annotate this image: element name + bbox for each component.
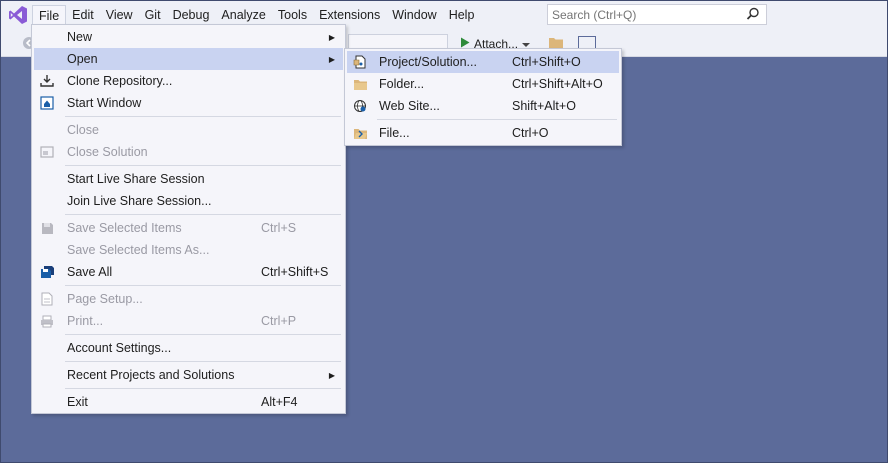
visual-studio-logo-icon[interactable] bbox=[4, 0, 32, 29]
menu-item-label: Clone Repository... bbox=[67, 74, 173, 88]
menu-item-label: Close bbox=[67, 123, 99, 137]
file-menu-recent-projects[interactable]: Recent Projects and Solutions ▶ bbox=[34, 364, 343, 386]
save-all-icon bbox=[39, 264, 55, 280]
menu-separator bbox=[65, 388, 341, 389]
menu-git[interactable]: Git bbox=[139, 5, 167, 25]
menu-item-label: Print... bbox=[67, 314, 104, 328]
menu-view[interactable]: View bbox=[100, 5, 139, 25]
project-solution-icon bbox=[352, 54, 368, 70]
menu-item-label: File... bbox=[379, 126, 410, 140]
menu-edit[interactable]: Edit bbox=[66, 5, 100, 25]
open-file[interactable]: File... Ctrl+O bbox=[347, 122, 619, 144]
menu-separator bbox=[65, 165, 341, 166]
menu-item-label: New bbox=[67, 30, 93, 44]
search-box[interactable] bbox=[547, 4, 767, 25]
menu-item-label: Folder... bbox=[379, 77, 425, 91]
menu-item-shortcut: Ctrl+Shift+O bbox=[512, 55, 581, 69]
open-web-site[interactable]: Web Site... Shift+Alt+O bbox=[347, 95, 619, 117]
open-project-solution[interactable]: Project/Solution... Ctrl+Shift+O bbox=[347, 51, 619, 73]
file-menu-save-all[interactable]: Save All Ctrl+Shift+S bbox=[34, 261, 343, 283]
submenu-arrow-icon: ▶ bbox=[328, 54, 335, 64]
menu-item-label: Save All bbox=[67, 265, 113, 279]
file-menu-new[interactable]: New ▶ bbox=[34, 26, 343, 48]
menu-item-label: Open bbox=[67, 52, 98, 66]
menu-separator bbox=[65, 361, 341, 362]
file-icon bbox=[352, 125, 368, 141]
menu-item-label: Start Live Share Session bbox=[67, 172, 205, 186]
menu-item-shortcut: Ctrl+S bbox=[261, 221, 297, 235]
menu-tools[interactable]: Tools bbox=[272, 5, 313, 25]
submenu-arrow-icon: ▶ bbox=[328, 370, 335, 380]
file-menu-save-selected[interactable]: Save Selected Items Ctrl+S bbox=[34, 217, 343, 239]
file-menu-start-window[interactable]: Start Window bbox=[34, 92, 343, 114]
start-window-icon bbox=[39, 95, 55, 111]
file-menu-join-live-share[interactable]: Join Live Share Session... bbox=[34, 190, 343, 212]
file-menu-page-setup[interactable]: Page Setup... bbox=[34, 288, 343, 310]
menu-item-shortcut: Ctrl+O bbox=[512, 126, 549, 140]
save-icon bbox=[39, 220, 55, 236]
menu-item-shortcut: Alt+F4 bbox=[261, 395, 298, 409]
menu-item-label: Save Selected Items As... bbox=[67, 243, 210, 257]
menu-item-label: Recent Projects and Solutions bbox=[67, 368, 235, 382]
file-menu-print[interactable]: Print... Ctrl+P bbox=[34, 310, 343, 332]
menu-item-shortcut: Ctrl+P bbox=[261, 314, 297, 328]
menu-item-label: Save Selected Items bbox=[67, 221, 182, 235]
menu-item-label: Account Settings... bbox=[67, 341, 172, 355]
menu-analyze[interactable]: Analyze bbox=[215, 5, 271, 25]
folder-icon bbox=[352, 76, 368, 92]
menu-separator bbox=[65, 214, 341, 215]
open-folder[interactable]: Folder... Ctrl+Shift+Alt+O bbox=[347, 73, 619, 95]
menu-extensions[interactable]: Extensions bbox=[313, 5, 386, 25]
menu-separator bbox=[65, 334, 341, 335]
menu-item-shortcut: Ctrl+Shift+S bbox=[261, 265, 329, 279]
menu-item-label: Close Solution bbox=[67, 145, 148, 159]
menu-separator bbox=[65, 116, 341, 117]
menu-item-label: Web Site... bbox=[379, 99, 440, 113]
menu-separator bbox=[377, 119, 617, 120]
menu-item-label: Join Live Share Session... bbox=[67, 194, 212, 208]
file-menu-account-settings[interactable]: Account Settings... bbox=[34, 337, 343, 359]
clone-repo-icon bbox=[39, 73, 55, 89]
file-menu-clone-repository[interactable]: Clone Repository... bbox=[34, 70, 343, 92]
menu-item-label: Exit bbox=[67, 395, 88, 409]
menu-window[interactable]: Window bbox=[386, 5, 442, 25]
file-menu-close[interactable]: Close bbox=[34, 119, 343, 141]
close-solution-icon bbox=[39, 144, 55, 160]
file-menu-start-live-share[interactable]: Start Live Share Session bbox=[34, 168, 343, 190]
file-menu-exit[interactable]: Exit Alt+F4 bbox=[34, 391, 343, 413]
web-site-icon bbox=[352, 98, 368, 114]
file-menu-close-solution[interactable]: Close Solution bbox=[34, 141, 343, 163]
menu-item-shortcut: Ctrl+Shift+Alt+O bbox=[512, 77, 603, 91]
file-menu-open[interactable]: Open ▶ bbox=[34, 48, 343, 70]
menu-item-label: Page Setup... bbox=[67, 292, 143, 306]
file-menu-save-selected-as[interactable]: Save Selected Items As... bbox=[34, 239, 343, 261]
menu-separator bbox=[65, 285, 341, 286]
file-menu: New ▶ Open ▶ Clone Repository... Start W… bbox=[31, 24, 346, 414]
menu-item-shortcut: Shift+Alt+O bbox=[512, 99, 576, 113]
print-icon bbox=[39, 313, 55, 329]
search-icon[interactable] bbox=[746, 7, 760, 24]
menu-item-label: Start Window bbox=[67, 96, 142, 110]
page-setup-icon bbox=[39, 291, 55, 307]
open-submenu: Project/Solution... Ctrl+Shift+O Folder.… bbox=[344, 48, 622, 146]
menu-help[interactable]: Help bbox=[443, 5, 481, 25]
submenu-arrow-icon: ▶ bbox=[328, 32, 335, 42]
menu-debug[interactable]: Debug bbox=[167, 5, 216, 25]
search-input[interactable] bbox=[552, 5, 742, 24]
menu-item-label: Project/Solution... bbox=[379, 55, 477, 69]
